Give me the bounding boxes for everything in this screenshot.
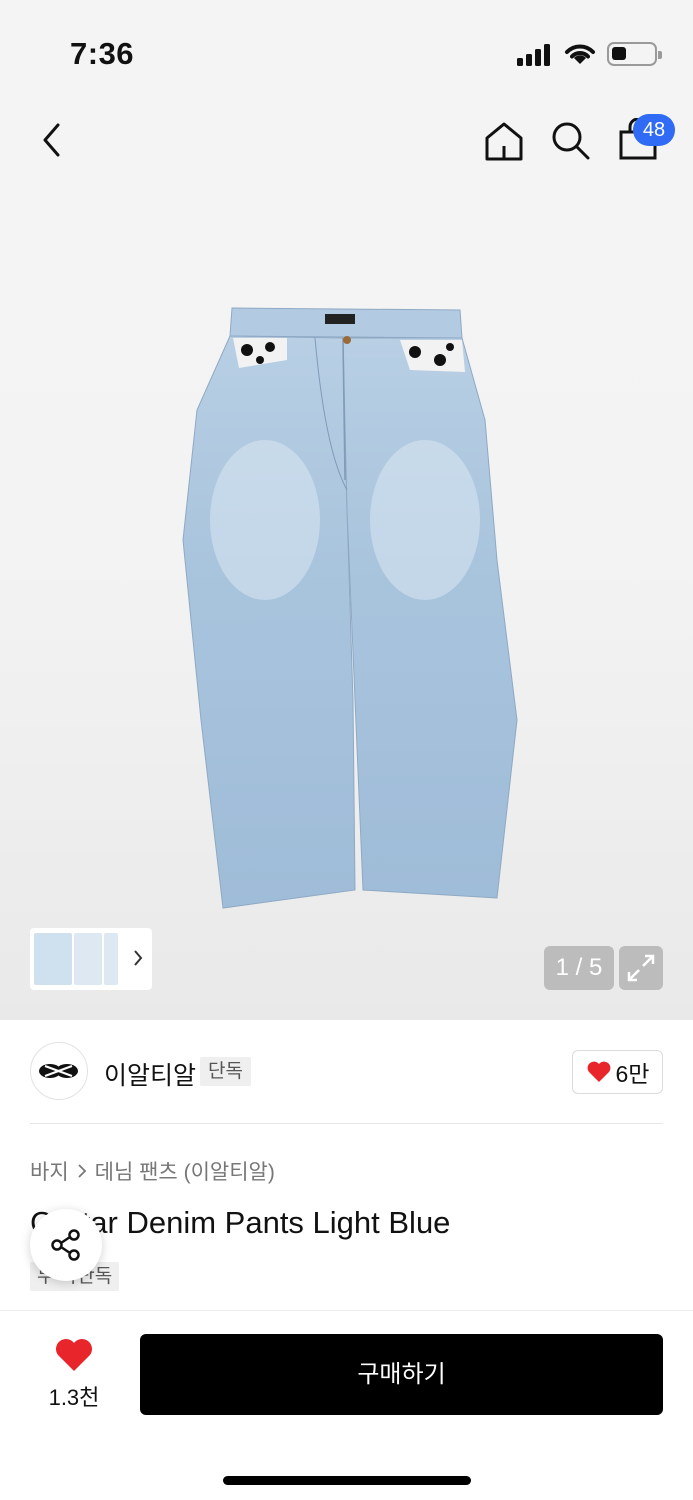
- image-counter: 1 / 5: [544, 946, 614, 990]
- brand-logo[interactable]: [30, 1042, 88, 1100]
- brand-logo-mark: [39, 1064, 78, 1078]
- breadcrumb-category[interactable]: 바지: [30, 1156, 69, 1186]
- brand-like-count: 6만: [615, 1061, 650, 1087]
- favorite-count: 1.3천: [48, 1385, 100, 1410]
- chevron-right-icon[interactable]: [132, 948, 144, 968]
- favorite-heart-icon[interactable]: [54, 1338, 94, 1374]
- exclusive-tag: 단독: [200, 1057, 251, 1086]
- chevron-right-icon: [78, 1164, 86, 1178]
- heart-icon: [587, 1061, 610, 1082]
- breadcrumb[interactable]: 바지 데님 팬츠 (이알티알): [30, 1156, 275, 1186]
- search-icon[interactable]: [550, 120, 592, 162]
- thumbnail-image[interactable]: [104, 933, 118, 985]
- buy-button[interactable]: 구매하기: [140, 1334, 663, 1415]
- status-time: 7:36: [70, 36, 135, 71]
- thumbnail-image[interactable]: [34, 933, 72, 985]
- breadcrumb-subcategory[interactable]: 데님 팬츠 (이알티알): [95, 1156, 275, 1186]
- cell-signal-icon: [517, 44, 551, 66]
- share-button[interactable]: [30, 1209, 102, 1281]
- divider: [30, 1123, 663, 1124]
- cart-count-badge: 48: [633, 114, 675, 146]
- thumbnail-strip[interactable]: [30, 928, 152, 990]
- back-icon[interactable]: [38, 120, 68, 160]
- wifi-icon: [565, 44, 595, 64]
- share-icon: [51, 1229, 80, 1261]
- product-photo[interactable]: [175, 300, 525, 915]
- expand-icon: [627, 954, 655, 982]
- thumbnail-image[interactable]: [74, 933, 102, 985]
- home-icon[interactable]: [484, 120, 524, 162]
- brand-like-button[interactable]: 6만: [572, 1050, 663, 1094]
- expand-button[interactable]: [619, 946, 663, 990]
- brand-name[interactable]: 이알티알: [104, 1056, 196, 1092]
- home-indicator: [223, 1476, 471, 1485]
- battery-icon: [607, 42, 662, 66]
